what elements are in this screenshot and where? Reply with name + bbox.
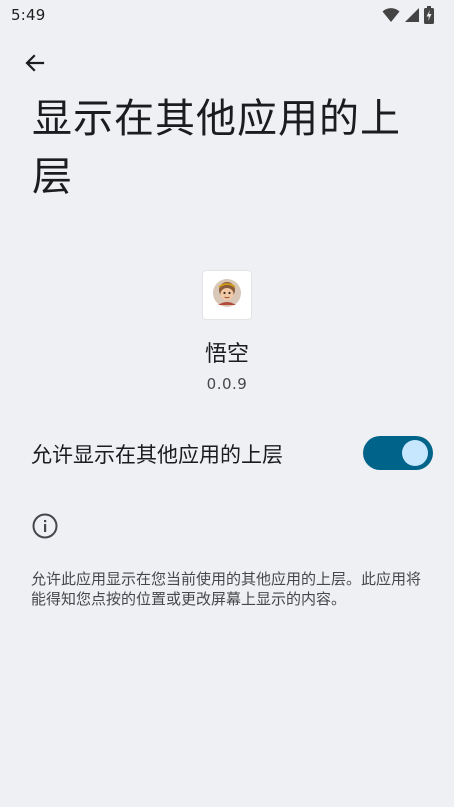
allow-overlay-row[interactable]: 允许显示在其他应用的上层 xyxy=(0,428,454,480)
app-name: 悟空 xyxy=(204,342,249,367)
switch-thumb xyxy=(402,440,428,466)
back-button[interactable] xyxy=(20,50,50,80)
allow-overlay-label: 允许显示在其他应用的上层 xyxy=(31,443,283,467)
app-icon xyxy=(202,270,252,320)
app-monkey-avatar-icon xyxy=(212,278,242,312)
info-icon xyxy=(32,513,58,539)
battery-charging-icon xyxy=(424,6,434,24)
page-title: 显示在其他应用的上层 xyxy=(32,96,401,200)
status-time: 5:49 xyxy=(11,6,46,24)
app-version: 0.0.9 xyxy=(206,375,248,393)
status-bar: 5:49 xyxy=(0,0,454,30)
cell-signal-icon xyxy=(404,7,420,23)
permission-description: 允许此应用显示在您当前使用的其他应用的上层。此应用将能得知您点按的位置或更改屏幕… xyxy=(31,570,422,608)
wifi-icon xyxy=(382,7,400,23)
overlay-permission-screen: 5:49 显示在其他应用的上层 悟空 0.0.9 允许显示在其他应用的上层 允许… xyxy=(0,0,454,807)
arrow-back-icon xyxy=(23,51,47,79)
allow-overlay-switch[interactable] xyxy=(363,436,433,470)
status-icons xyxy=(382,6,434,24)
